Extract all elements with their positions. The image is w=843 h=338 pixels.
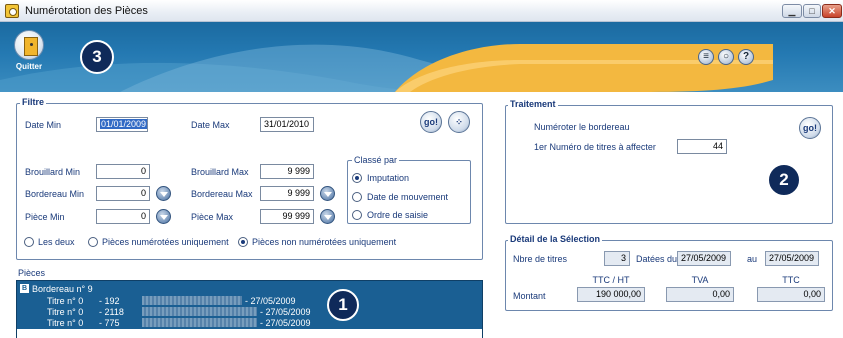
classe-date-mouvement-label: Date de mouvement <box>367 192 449 202</box>
pieces-title: Pièces <box>18 268 46 278</box>
piece-min-label: Pièce Min <box>25 212 65 222</box>
pieces-list[interactable]: B Bordereau n° 9 Titre n° 0 - 192 - 27/0… <box>16 280 483 330</box>
scope-non-numerotees-label: Pièces non numérotées uniquement <box>252 237 397 247</box>
bordereau-max-label: Bordereau Max <box>191 189 253 199</box>
door-exit-icon <box>14 30 44 60</box>
titre-row-2-label[interactable]: Titre n° 0 <box>47 307 83 317</box>
print-icon[interactable]: ≡ <box>698 49 714 65</box>
date-min-field[interactable]: 01/01/2009 <box>96 117 148 132</box>
bordereau-max-field[interactable]: 9 999 <box>260 186 314 201</box>
bordereau-node-icon[interactable]: B <box>20 284 29 293</box>
brouillard-min-field[interactable]: 0 <box>96 164 150 179</box>
titre-row-1-date: - 27/05/2009 <box>245 296 296 306</box>
date-min-label: Date Min <box>25 120 62 130</box>
piece-min-dropdown-icon[interactable] <box>156 209 171 224</box>
app-icon <box>5 4 19 18</box>
help-icon[interactable]: ? <box>738 49 754 65</box>
piece-max-label: Pièce Max <box>191 212 234 222</box>
date-max-field[interactable]: 31/01/2010 <box>260 117 314 132</box>
detail-title: Détail de la Sélection <box>508 234 603 244</box>
redacted-text <box>142 296 242 305</box>
titre-row-3-label[interactable]: Titre n° 0 <box>47 318 83 328</box>
titre-row-3-num: - 775 <box>99 318 120 328</box>
callout-badge-2: 2 <box>767 163 801 197</box>
redacted-text <box>142 307 257 316</box>
titre-row-3-date: - 27/05/2009 <box>260 318 311 328</box>
brouillard-max-label: Brouillard Max <box>191 167 249 177</box>
classe-ordre-saisie-label: Ordre de saisie <box>367 210 429 220</box>
title-bar: Numérotation des Pièces ▁ □ ✕ <box>0 0 843 22</box>
classe-ordre-saisie-radio[interactable] <box>352 210 362 220</box>
date-max-label: Date Max <box>191 120 230 130</box>
minimize-button[interactable]: ▁ <box>782 4 802 18</box>
nbre-titres-label: Nbre de titres <box>513 254 568 264</box>
header-banner: Quitter 3 ≡ ○ ? <box>0 22 843 92</box>
titre-row-2-date: - 27/05/2009 <box>260 307 311 317</box>
classe-date-mouvement-radio[interactable] <box>352 192 362 202</box>
bordereau-row[interactable]: Bordereau n° 9 <box>32 284 93 294</box>
quit-label: Quitter <box>15 62 43 71</box>
titre-row-1-label[interactable]: Titre n° 0 <box>47 296 83 306</box>
montant-ttc-ht-value: 190 000,00 <box>577 287 645 302</box>
numeroter-bordereau-label: Numéroter le bordereau <box>534 122 630 132</box>
montant-ttc-value: 0,00 <box>757 287 825 302</box>
callout-badge-1: 1 <box>327 289 359 321</box>
bordereau-min-dropdown-icon[interactable] <box>156 186 171 201</box>
titre-row-1-num: - 192 <box>99 296 120 306</box>
classe-imputation-radio[interactable] <box>352 173 362 183</box>
traitement-title: Traitement <box>508 99 558 109</box>
titre-row-2-num: - 2118 <box>99 307 124 317</box>
montant-label: Montant <box>513 291 546 301</box>
date-to-value: 27/05/2009 <box>765 251 819 266</box>
classe-imputation-label: Imputation <box>367 173 410 183</box>
scope-non-numerotees-radio[interactable] <box>238 237 248 247</box>
col-ttc-ht-header: TTC / HT <box>592 275 630 285</box>
callout-badge-3: 3 <box>80 40 114 74</box>
brouillard-min-label: Brouillard Min <box>25 167 81 177</box>
bordereau-min-field[interactable]: 0 <box>96 186 150 201</box>
reset-grid-icon[interactable]: ⁘ <box>448 111 470 133</box>
scope-les-deux-label: Les deux <box>38 237 75 247</box>
scope-numerotees-label: Pièces numérotées uniquement <box>102 237 229 247</box>
help-search-icon[interactable]: ○ <box>718 49 734 65</box>
close-button[interactable]: ✕ <box>822 4 842 18</box>
date-min-value: 01/01/2009 <box>100 119 148 129</box>
first-num-field[interactable]: 44 <box>677 139 727 154</box>
first-num-label: 1er Numéro de titres à affecter <box>534 142 656 152</box>
piece-max-dropdown-icon[interactable] <box>320 209 335 224</box>
scope-numerotees-radio[interactable] <box>88 237 98 247</box>
date-from-value: 27/05/2009 <box>677 251 731 266</box>
quit-button[interactable]: Quitter <box>8 30 50 71</box>
piece-max-field[interactable]: 99 999 <box>260 209 314 224</box>
window-title: Numérotation des Pièces <box>25 5 148 17</box>
piece-min-field[interactable]: 0 <box>96 209 150 224</box>
col-tva-header: TVA <box>691 275 709 285</box>
nbre-titres-value: 3 <box>604 251 630 266</box>
pieces-list-footer <box>16 329 483 338</box>
au-label: au <box>747 254 758 264</box>
datees-du-label: Datées du <box>636 254 678 264</box>
header-waves <box>0 44 773 92</box>
bordereau-max-dropdown-icon[interactable] <box>320 186 335 201</box>
maximize-button[interactable]: □ <box>803 4 821 18</box>
scope-les-deux-radio[interactable] <box>24 237 34 247</box>
redacted-text <box>142 318 257 327</box>
montant-tva-value: 0,00 <box>666 287 734 302</box>
bordereau-min-label: Bordereau Min <box>25 189 85 199</box>
filtre-title: Filtre <box>20 97 47 107</box>
brouillard-max-field[interactable]: 9 999 <box>260 164 314 179</box>
col-ttc-header: TTC <box>782 275 800 285</box>
classe-par-title: Classé par <box>352 155 400 165</box>
filtre-go-button[interactable]: go! <box>420 111 442 133</box>
traitement-go-button[interactable]: go! <box>799 117 821 139</box>
